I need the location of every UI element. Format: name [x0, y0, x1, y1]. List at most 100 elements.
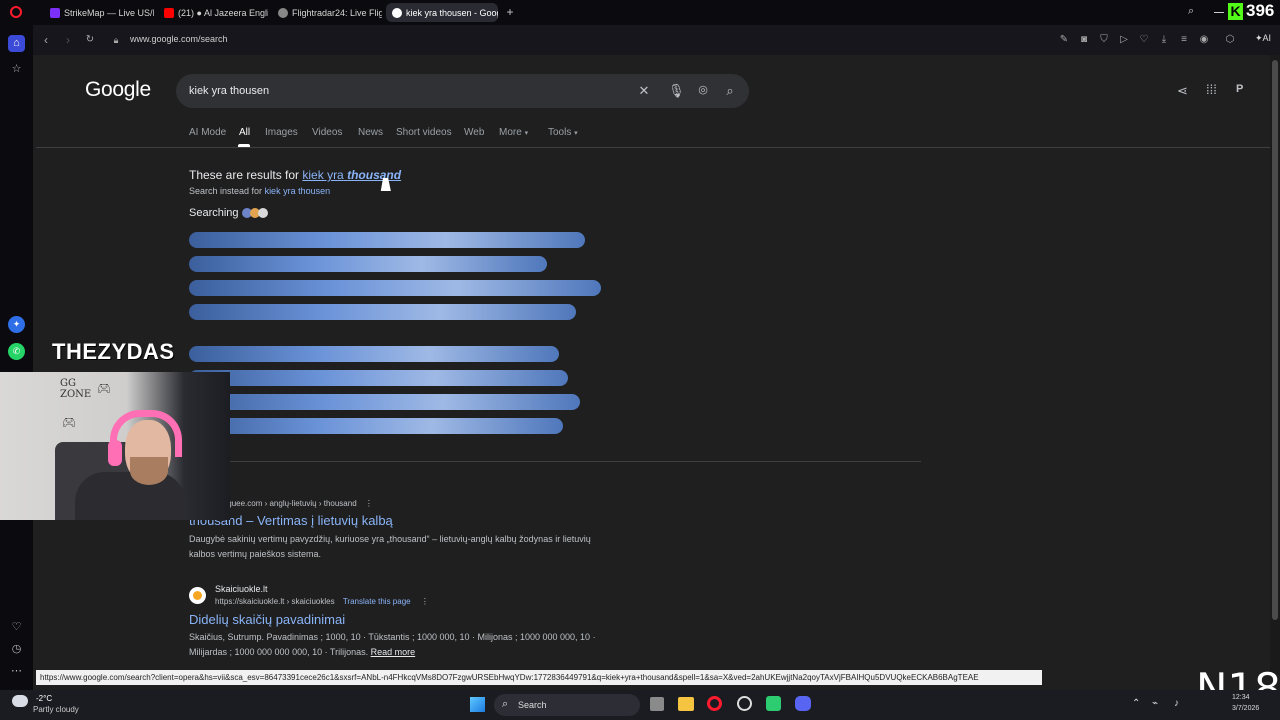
task-view-icon[interactable]: [650, 697, 664, 711]
result-title-link[interactable]: thousand – Vertimas į lietuvių kalbą: [189, 513, 629, 528]
tab-videos[interactable]: Videos: [312, 127, 342, 138]
results-divider: [189, 461, 921, 462]
search-icon[interactable]: ⌕: [722, 83, 738, 99]
k-badge-icon: K: [1228, 3, 1243, 20]
back-icon[interactable]: ‹: [39, 33, 53, 47]
star-icon[interactable]: ☆: [8, 61, 25, 78]
tab-google-search[interactable]: kiek yra thousen - Google: [386, 3, 498, 22]
headphone-cup: [108, 440, 122, 466]
scrollbar-thumb[interactable]: [1272, 60, 1278, 620]
gamepad-doodle-icon: 🎮︎: [97, 383, 111, 395]
opera-logo-icon[interactable]: [10, 6, 22, 18]
ai-loading-bar: [189, 418, 563, 434]
result-url-text: https://skaiciuokle.lt › skaiciuokles: [215, 597, 335, 606]
ai-loading-bar: [189, 232, 585, 248]
microphone-icon[interactable]: 🎙︎: [668, 83, 685, 99]
network-icon[interactable]: ⌁: [1152, 698, 1158, 709]
opera-taskbar-icon[interactable]: [707, 696, 722, 711]
search-box[interactable]: kiek yra thousen ✕ 🎙︎ ◎ ⌕: [176, 74, 749, 108]
reload-icon[interactable]: ↻: [83, 33, 97, 47]
tab-ai-mode[interactable]: AI Mode: [189, 127, 226, 138]
url-field[interactable]: www.google.com/search: [130, 34, 228, 44]
home-icon[interactable]: ⌂: [8, 35, 25, 52]
apps-grid-icon[interactable]: ⁞⁞⁞: [1206, 82, 1217, 97]
app-taskbar-icon[interactable]: [766, 696, 781, 711]
clock-date[interactable]: 3/7/2026: [1232, 705, 1259, 712]
shield-icon[interactable]: ⛉: [1098, 34, 1110, 45]
lens-icon[interactable]: ◎: [695, 83, 711, 96]
taskbar-search-icon: ⌕: [502, 698, 509, 710]
chatgpt-taskbar-icon[interactable]: [737, 696, 752, 711]
site-favicon-inner: [193, 591, 202, 600]
windows-taskbar: -2°C Partly cloudy ⌕ Search ⌃ ⌁ ♪ 12:34 …: [0, 690, 1280, 720]
windows-start-icon[interactable]: [470, 697, 485, 712]
clear-icon[interactable]: ✕: [636, 83, 652, 99]
tab-search-icon[interactable]: ⌕: [1188, 5, 1200, 19]
tools-label: Tools: [548, 127, 572, 138]
snippet-line-2-text: Milijardas ; 1000 000 000 000, 10 · Tril…: [189, 647, 369, 657]
taskbar-search[interactable]: ⌕ Search: [494, 694, 640, 716]
account-avatar[interactable]: P: [1236, 83, 1243, 95]
tab-strip: StrikeMap — Live US/Israe (21) ● Al Jaze…: [0, 0, 1280, 25]
tab-more[interactable]: More ▾: [499, 127, 528, 138]
tab-strikemap[interactable]: StrikeMap — Live US/Israe: [44, 3, 154, 22]
tab-tools[interactable]: Tools ▾: [548, 127, 578, 138]
google-logo[interactable]: Google: [85, 78, 151, 102]
result-url[interactable]: https://skaiciuokle.lt › skaiciuokles Tr…: [215, 597, 429, 606]
read-more-link[interactable]: Read more: [371, 647, 416, 657]
strikemap-favicon-icon: [50, 7, 60, 18]
chevron-down-icon: ▾: [524, 130, 529, 137]
search-input[interactable]: kiek yra thousen: [189, 85, 269, 97]
menu-icon[interactable]: ≡: [1178, 34, 1190, 45]
more-icon[interactable]: ⋯: [8, 663, 25, 680]
searching-text: Searching: [189, 207, 239, 219]
result-title-link[interactable]: Didelių skaičių pavadinimai: [189, 612, 345, 627]
weather-text[interactable]: Partly cloudy: [33, 705, 79, 714]
corrected-bold: thousand: [347, 168, 402, 182]
play-icon[interactable]: ▷: [1118, 34, 1130, 45]
result-site-name[interactable]: Skaiciuokle.lt: [215, 584, 268, 594]
tab-web[interactable]: Web: [464, 127, 484, 138]
edit-icon[interactable]: ✎: [1058, 34, 1070, 45]
translate-link[interactable]: Translate this page: [343, 597, 411, 606]
tab-all[interactable]: All: [239, 127, 250, 138]
messenger-icon[interactable]: ✦: [8, 316, 25, 333]
forward-icon[interactable]: ›: [61, 33, 75, 47]
tab-aljazeera[interactable]: (21) ● Al Jazeera English: [158, 3, 268, 22]
heart-outline-icon[interactable]: ♡: [1138, 34, 1150, 45]
download-icon[interactable]: ⤓: [1158, 34, 1170, 45]
result-url[interactable]: https://lt.linguee.com › anglų-lietuvių …: [189, 499, 629, 508]
weather-icon[interactable]: [12, 695, 28, 707]
extensions-icon[interactable]: ⬡: [1224, 34, 1236, 45]
heart-icon[interactable]: ♡: [8, 619, 25, 636]
tab-short-videos[interactable]: Short videos: [396, 127, 452, 138]
lock-icon[interactable]: 🔒︎: [109, 33, 123, 47]
kebab-menu-icon[interactable]: ⋮: [365, 499, 373, 508]
aria-ai-button[interactable]: ✦AI: [1255, 33, 1271, 44]
google-results-page: [33, 55, 1270, 675]
clock-time[interactable]: 12:34: [1232, 694, 1250, 701]
tab-images[interactable]: Images: [265, 127, 298, 138]
weather-temp[interactable]: -2°C: [36, 694, 52, 703]
share-icon[interactable]: ⋖: [1177, 83, 1188, 99]
spell-correction: These are results for kiek yra thousand: [189, 168, 401, 182]
whatsapp-icon[interactable]: ✆: [8, 343, 25, 360]
tray-chevron-icon[interactable]: ⌃: [1132, 698, 1140, 709]
original-query-link[interactable]: kiek yra thousen: [265, 186, 331, 196]
taskbar-search-label: Search: [518, 700, 547, 710]
file-explorer-icon[interactable]: [678, 697, 694, 711]
ai-loading-bar: [189, 280, 601, 296]
history-icon[interactable]: ◷: [8, 641, 25, 658]
tab-flightradar[interactable]: Flightradar24: Live Flight T: [272, 3, 382, 22]
result-site-name[interactable]: Linguee: [189, 486, 629, 496]
minimize-icon[interactable]: [1214, 12, 1224, 13]
camera-icon[interactable]: ◙: [1078, 34, 1090, 45]
mic-tray-icon[interactable]: ♪: [1174, 698, 1179, 709]
webcam-feed: GG ZONE 🎮︎ 🎮︎: [0, 372, 230, 520]
discord-taskbar-icon[interactable]: [795, 696, 811, 711]
kebab-menu-icon[interactable]: ⋮: [421, 597, 429, 606]
new-tab-button[interactable]: +: [504, 5, 516, 19]
search-instead: Search instead for kiek yra thousen: [189, 186, 330, 196]
profile-icon[interactable]: ◉: [1198, 34, 1210, 45]
tab-news[interactable]: News: [358, 127, 383, 138]
